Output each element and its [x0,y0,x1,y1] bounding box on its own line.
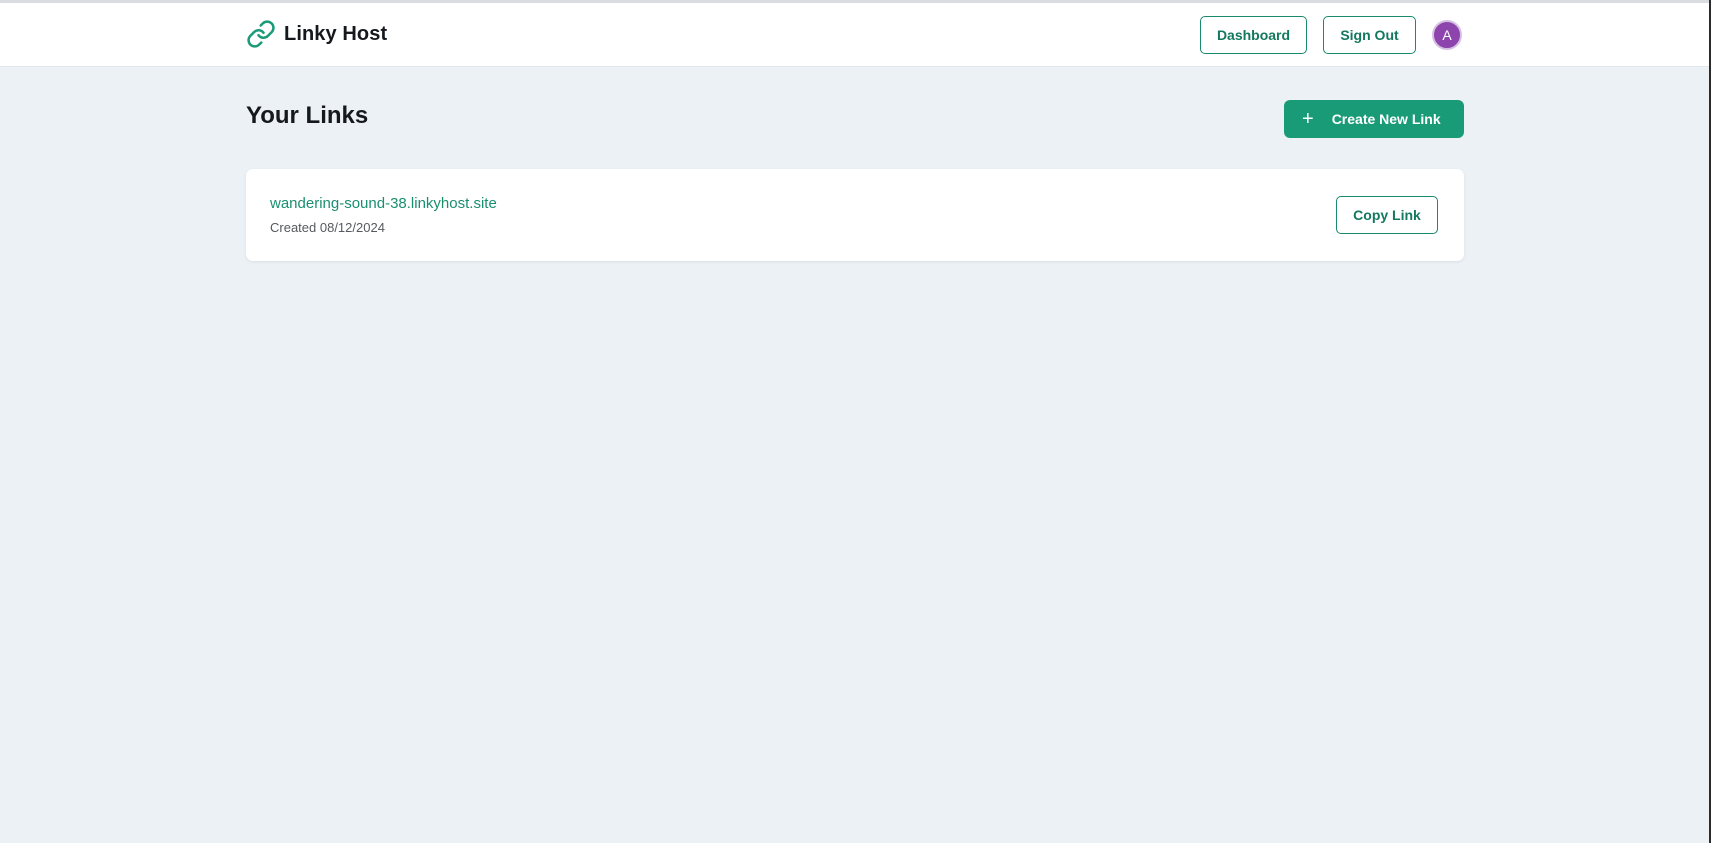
brand[interactable]: Linky Host [246,19,387,49]
create-new-link-label: Create New Link [1331,111,1441,127]
create-new-link-button[interactable]: + Create New Link [1284,100,1464,138]
app-header: Linky Host Dashboard Sign Out A [0,3,1711,67]
link-chain-icon [246,19,276,49]
sign-out-button[interactable]: Sign Out [1323,16,1416,54]
copy-link-button[interactable]: Copy Link [1336,196,1438,234]
dashboard-button[interactable]: Dashboard [1200,16,1307,54]
avatar[interactable]: A [1432,20,1462,50]
brand-name: Linky Host [284,22,388,45]
list-item: wandering-sound-38.linkyhost.site Create… [246,169,1464,261]
link-created-date: Created 08/12/2024 [270,220,385,235]
link-url[interactable]: wandering-sound-38.linkyhost.site [270,195,497,212]
page-title: Your Links [246,102,369,129]
plus-icon: + [1302,108,1314,130]
